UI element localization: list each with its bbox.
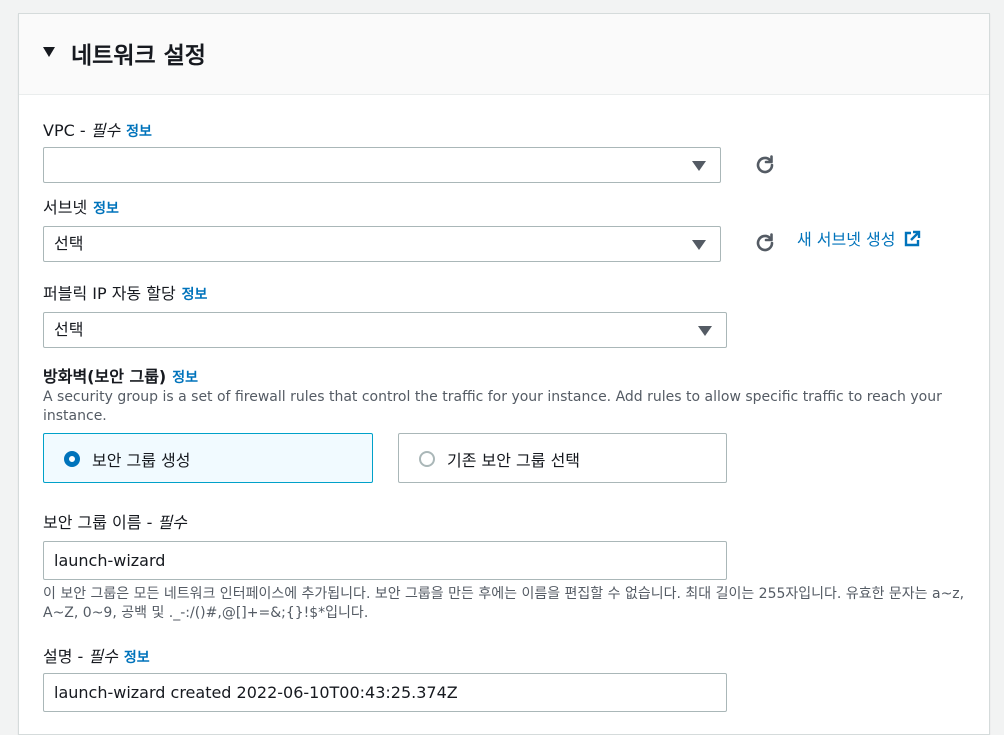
refresh-icon[interactable] <box>753 231 777 255</box>
sg-name-label-text: 보안 그룹 이름 - <box>43 513 158 532</box>
subnet-label-text: 서브넷 <box>43 198 88 217</box>
sg-desc-label-text: 설명 - <box>43 647 89 666</box>
vpc-required: 필수 <box>90 121 121 140</box>
create-security-group-label: 보안 그룹 생성 <box>92 451 191 470</box>
sg-desc-required: 필수 <box>88 647 118 666</box>
sg-name-input[interactable]: launch-wizard <box>43 541 727 580</box>
external-link-icon <box>904 230 920 247</box>
vpc-label-text: VPC - <box>43 121 91 140</box>
sg-desc-input-value: launch-wizard created 2022-06-10T00:43:2… <box>54 683 458 702</box>
radio-icon[interactable] <box>64 451 80 467</box>
public-ip-info-link[interactable]: 정보 <box>182 287 208 303</box>
subnet-select[interactable]: 선택 <box>43 226 721 262</box>
existing-security-group-option[interactable]: 기존 보안 그룹 선택 <box>398 433 727 483</box>
firewall-info-link[interactable]: 정보 <box>172 370 198 386</box>
create-subnet-link[interactable]: 새 서브넷 생성 <box>797 226 921 250</box>
sg-name-label: 보안 그룹 이름 - 필수 <box>43 509 187 533</box>
subnet-select-value: 선택 <box>54 234 84 253</box>
sg-name-input-value: launch-wizard <box>54 551 166 570</box>
create-subnet-link-text: 새 서브넷 생성 <box>797 230 896 249</box>
sg-desc-label: 설명 - 필수 정보 <box>43 643 150 667</box>
panel-title: 네트워크 설정 <box>71 43 206 69</box>
firewall-label-text: 방화벽(보안 그룹) <box>43 367 167 386</box>
subnet-label: 서브넷 정보 <box>43 194 119 218</box>
subnet-info-link[interactable]: 정보 <box>93 201 119 217</box>
public-ip-select-value: 선택 <box>54 320 84 339</box>
public-ip-select[interactable]: 선택 <box>43 312 727 348</box>
refresh-icon[interactable] <box>753 153 777 177</box>
dropdown-arrow-icon <box>698 326 712 336</box>
vpc-label: VPC - 필수 정보 <box>43 117 152 141</box>
vpc-info-link[interactable]: 정보 <box>126 124 152 140</box>
sg-desc-input[interactable]: launch-wizard created 2022-06-10T00:43:2… <box>43 673 727 712</box>
caret-down-icon[interactable] <box>43 47 55 57</box>
public-ip-label: 퍼블릭 IP 자동 할당 정보 <box>43 280 207 304</box>
dropdown-arrow-icon <box>692 240 706 250</box>
firewall-description: A security group is a set of firewall ru… <box>43 389 942 424</box>
firewall-label: 방화벽(보안 그룹) 정보 <box>43 363 198 387</box>
radio-icon[interactable] <box>419 451 435 467</box>
sg-name-required: 필수 <box>157 513 187 532</box>
existing-security-group-label: 기존 보안 그룹 선택 <box>447 451 581 470</box>
create-security-group-option[interactable]: 보안 그룹 생성 <box>43 433 373 483</box>
panel-header[interactable]: 네트워크 설정 <box>19 14 989 95</box>
dropdown-arrow-icon <box>692 161 706 171</box>
sg-desc-info-link[interactable]: 정보 <box>124 650 150 666</box>
vpc-select[interactable] <box>43 147 721 183</box>
public-ip-label-text: 퍼블릭 IP 자동 할당 <box>43 284 176 303</box>
sg-name-hint: 이 보안 그룹은 모든 네트워크 인터페이스에 추가됩니다. 보안 그룹을 만든… <box>43 586 965 621</box>
